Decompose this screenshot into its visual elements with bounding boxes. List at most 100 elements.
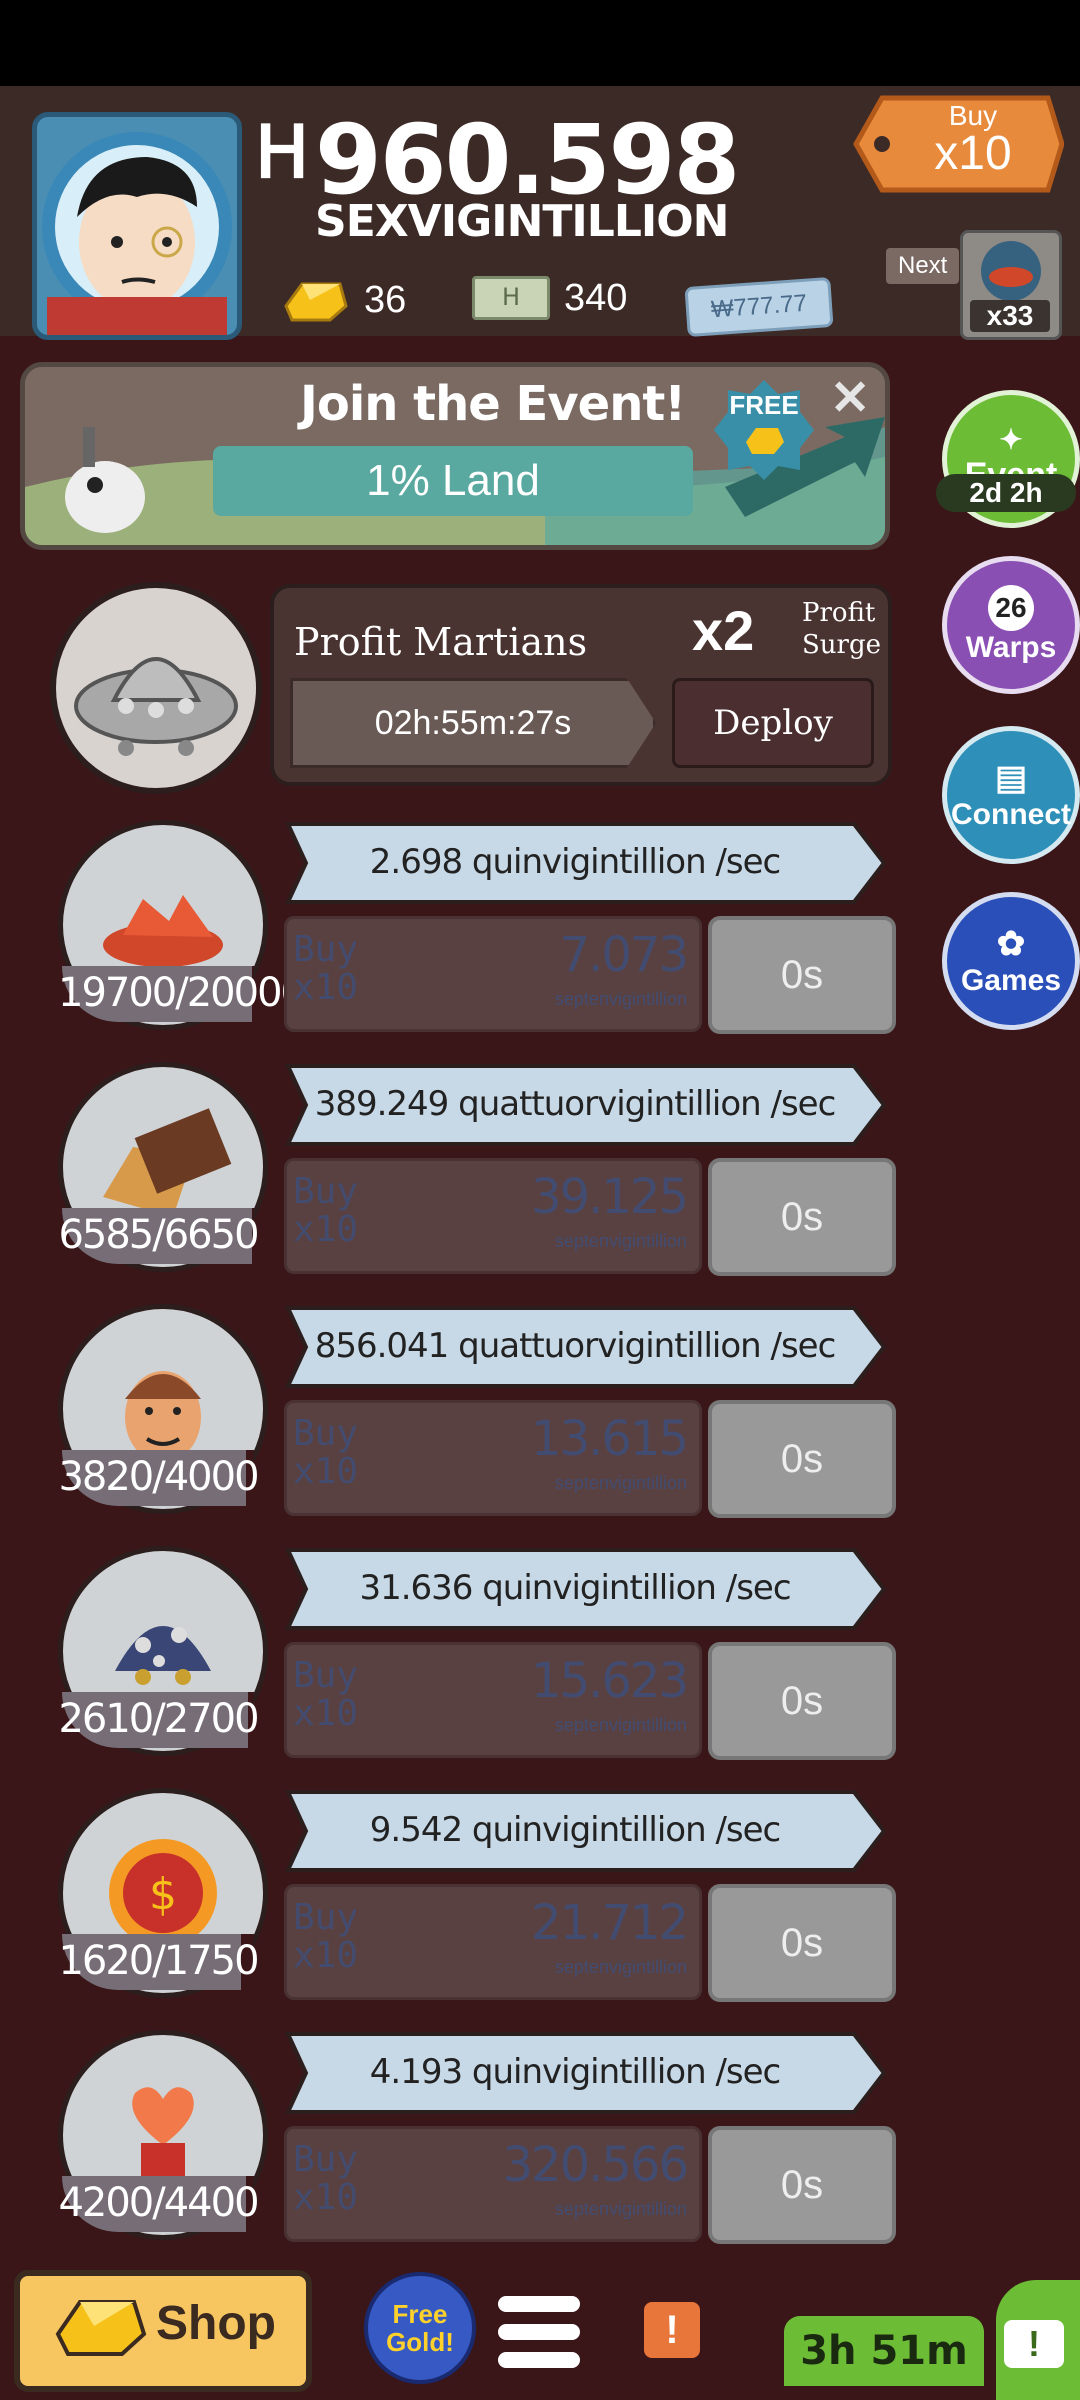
boost-timer[interactable]: 3h 51m [784,2316,984,2386]
mission-name: Profit Martians [294,620,588,664]
status-bar [0,0,1080,86]
gold-bar-icon [284,282,348,322]
buy-label-top: Buy [293,929,359,970]
side-warps-label: Warps [965,631,1057,664]
alert-icon[interactable]: ! [644,2302,700,2358]
buy-label-top: Buy [293,2139,359,2180]
buy-multiplier-text: Buy x10 [908,100,1038,181]
buy-cost-unit: septenvigintillion [554,1231,687,1251]
buy-label-top: Buy [293,1413,359,1454]
event-timer: 2d 2h [936,474,1076,512]
svg-text:$: $ [149,1869,177,1920]
side-games-button[interactable]: ✿ Games [942,892,1080,1030]
megabucks-counter[interactable]: ᕼ 340 [472,276,627,320]
free-gold-badge: FREE [712,378,816,482]
games-icon: ✿ [996,925,1026,963]
business-buy-button[interactable]: Buy x10 39.125 septenvigintillion [284,1158,702,1274]
business-count: 6585/6650 [58,1212,259,1258]
business-buy-button[interactable]: Buy x10 21.712 septenvigintillion [284,1884,702,2000]
business-timer[interactable]: 0s [708,1400,896,1518]
business-count: 2610/2700 [58,1696,259,1742]
buy-label-bottom: x10 [293,2177,359,2218]
business-rate: 389.249 quattuorvigintillion /sec [314,1084,837,1124]
buy-tag-line2: x10 [934,127,1012,180]
free-badge-label: FREE [729,390,799,420]
next-upgrade-count: x33 [970,300,1050,332]
mission-mult-label-1: Profit [802,598,876,628]
free-gold-label: Free Gold! [386,2299,454,2357]
total-money-unit: SEXVIGINTILLION [315,196,729,247]
business-count: 19700/20000 [58,970,306,1016]
buy-cost-unit: septenvigintillion [554,1957,687,1977]
business-rate: 4.193 quinvigintillion /sec [369,2052,781,2092]
tv-icon: ! [1004,2320,1064,2368]
buy-cost: 320.566 [502,2137,690,2193]
buy-cost: 13.615 [531,1411,689,1467]
ticket-icon[interactable]: ₩777.77 [684,276,834,338]
next-upgrade-label: Next [886,248,960,284]
shop-label: Shop [156,2297,276,2350]
event-title: Join the Event! [300,376,686,432]
mission-mult-label-2: Surge [802,630,882,660]
buy-cost-unit: septenvigintillion [554,2199,687,2219]
business-rate: 2.698 quinvigintillion /sec [369,842,781,882]
buy-label-bottom: x10 [293,1935,359,1976]
business-count: 1620/1750 [58,1938,259,1984]
business-timer[interactable]: 0s [708,1884,896,2002]
business-count: 3820/4000 [58,1454,259,1500]
business-buy-button[interactable]: Buy x10 15.623 septenvigintillion [284,1642,702,1758]
business-count: 4200/4400 [58,2180,259,2226]
ufo-icon [74,657,238,756]
buy-label-top: Buy [293,1171,359,1212]
mission-panel: Profit Martians x2 Profit Surge 02h:55m:… [270,584,892,786]
mission-multiplier: x2 [692,599,755,662]
side-connect-button[interactable]: ▤ Connect [942,726,1080,864]
buy-label-top: Buy [293,1897,359,1938]
buy-label-bottom: x10 [293,1451,359,1492]
warps-count: 26 [988,585,1034,631]
buy-label-top: Buy [293,1655,359,1696]
deploy-button[interactable]: Deploy [672,678,874,768]
player-avatar[interactable] [32,112,242,340]
side-connect-label: Connect [951,798,1071,831]
ticket-label: ₩777.77 [710,289,808,324]
mission-timer-text: 02h:55m:27s [374,704,572,742]
side-games-label: Games [960,964,1062,997]
business-buy-button[interactable]: Buy x10 7.073 septenvigintillion [284,916,702,1032]
buy-cost: 15.623 [531,1653,689,1709]
gold-counter[interactable]: 36 [280,276,406,324]
menu-icon[interactable] [494,2290,584,2374]
buy-label-bottom: x10 [293,1693,359,1734]
red-dust-icon [981,241,1041,301]
tv-button[interactable]: ! [996,2280,1080,2400]
business-timer[interactable]: 0s [708,2126,896,2244]
business-buy-button[interactable]: Buy x10 13.615 septenvigintillion [284,1400,702,1516]
photo-cards-icon: ▤ [994,759,1028,797]
megabucks-icon: ᕼ [472,276,550,320]
business-timer[interactable]: 0s [708,916,896,1034]
deploy-label: Deploy [713,703,833,743]
gold-count: 36 [364,278,407,321]
buy-cost: 7.073 [559,927,689,983]
event-subtitle: 1% Land [213,446,693,516]
buy-label-bottom: x10 [293,967,359,1008]
buy-cost: 21.712 [531,1895,689,1951]
business-rate: 9.542 quinvigintillion /sec [369,1810,781,1850]
buy-cost-unit: septenvigintillion [554,989,687,1009]
buy-label-bottom: x10 [293,1209,359,1250]
buy-cost: 39.125 [531,1169,689,1225]
close-icon[interactable]: ✕ [830,370,870,426]
gold-bar-icon [55,2300,147,2356]
astronaut-portrait-icon [42,132,232,335]
mission-avatar[interactable] [50,582,262,794]
buy-cost-unit: septenvigintillion [554,1715,687,1735]
mission-timer: 02h:55m:27s [290,678,656,768]
business-rate: 856.041 quattuorvigintillion /sec [314,1326,837,1366]
side-warps-button[interactable]: 26 Warps [942,556,1080,694]
business-timer[interactable]: 0s [708,1642,896,1760]
business-timer[interactable]: 0s [708,1158,896,1276]
business-rate: 31.636 quinvigintillion /sec [359,1568,791,1608]
buy-cost-unit: septenvigintillion [554,1473,687,1493]
free-gold-button[interactable]: Free Gold! [364,2272,476,2384]
business-buy-button[interactable]: Buy x10 320.566 septenvigintillion [284,2126,702,2242]
